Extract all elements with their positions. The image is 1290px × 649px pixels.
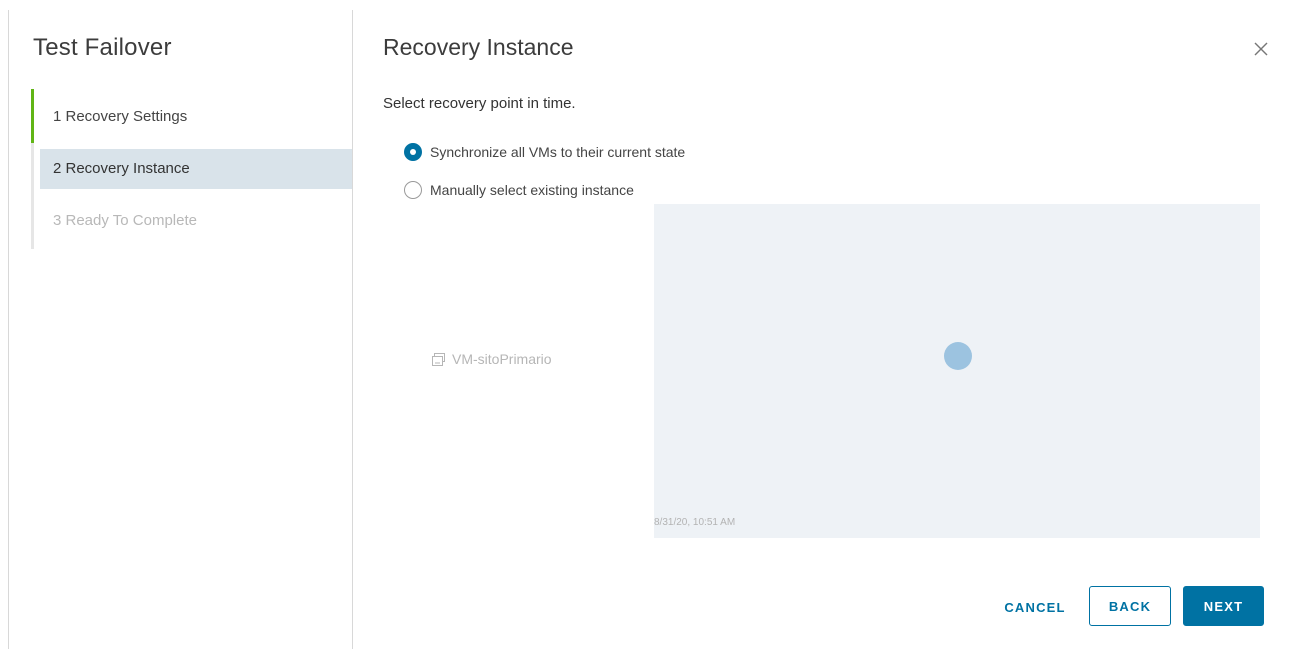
cancel-button[interactable]: CANCEL <box>994 587 1076 627</box>
radio-manual-select[interactable] <box>404 181 422 199</box>
vm-name: VM-sitoPrimario <box>452 351 552 367</box>
wizard-title: Test Failover <box>33 34 172 61</box>
option-synchronize[interactable]: Synchronize all VMs to their current sta… <box>404 142 685 162</box>
option-synchronize-label: Synchronize all VMs to their current sta… <box>430 144 686 160</box>
option-manual-select[interactable]: Manually select existing instance <box>404 180 634 200</box>
vm-row: VM-sitoPrimario <box>431 351 552 367</box>
wizard-sidebar: Test Failover 1 Recovery Settings 2 Reco… <box>9 10 353 649</box>
section-subtitle: Select recovery point in time. <box>383 95 576 112</box>
close-icon[interactable] <box>1250 38 1272 60</box>
next-button[interactable]: NEXT <box>1183 586 1264 626</box>
back-button[interactable]: BACK <box>1089 586 1171 626</box>
step-ready-to-complete: 3 Ready To Complete <box>53 212 197 229</box>
recovery-point-marker[interactable] <box>944 342 972 370</box>
step-recovery-instance[interactable]: 2 Recovery Instance <box>40 149 352 189</box>
option-manual-select-label: Manually select existing instance <box>430 182 634 198</box>
radio-synchronize[interactable] <box>404 143 422 161</box>
page-title: Recovery Instance <box>383 34 574 60</box>
recovery-timeline: 8/31/20, 10:51 AM <box>654 204 1260 538</box>
step-recovery-settings[interactable]: 1 Recovery Settings <box>40 97 352 137</box>
step-progress-completed <box>31 89 34 143</box>
vm-icon <box>432 352 445 366</box>
timeline-date-label: 8/31/20, 10:51 AM <box>654 517 736 528</box>
